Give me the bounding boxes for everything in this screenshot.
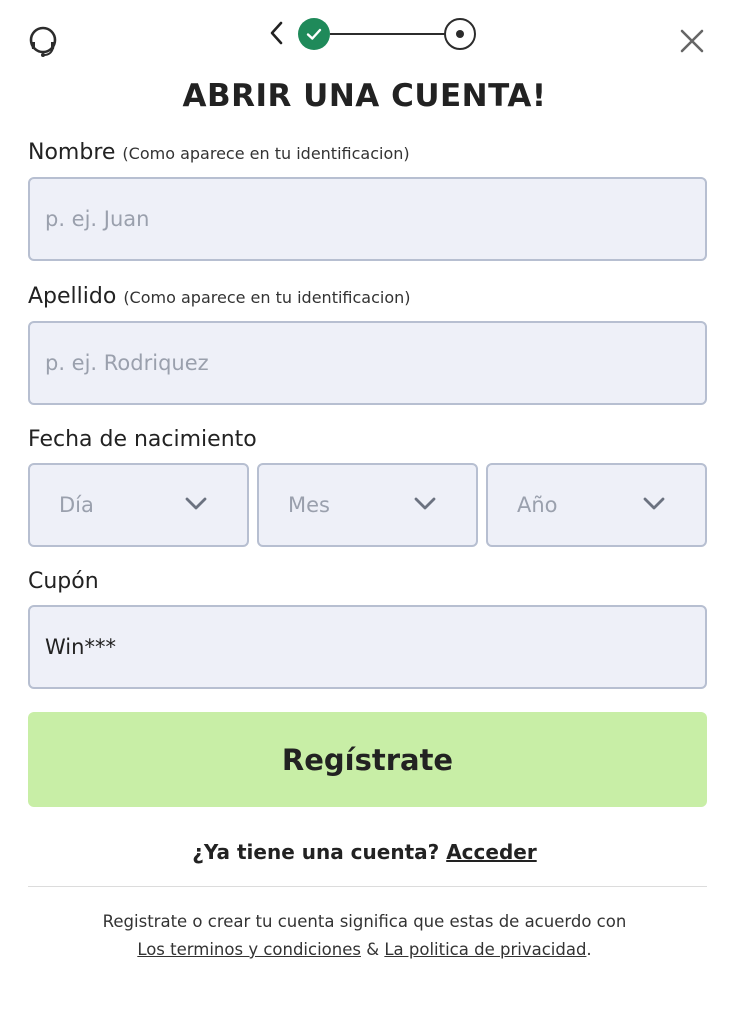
last-name-field[interactable]: p. ej. Rodriquez	[28, 321, 707, 405]
coupon-value: Win***	[45, 635, 116, 659]
birth-year-value: Año	[517, 493, 558, 517]
stepper-line	[330, 33, 445, 35]
birth-month-value: Mes	[288, 493, 330, 517]
first-name-label: Nombre (Como aparece en tu identificacio…	[28, 140, 410, 165]
legal-links: Los terminos y condiciones & La politica…	[0, 940, 729, 959]
last-name-placeholder: p. ej. Rodriquez	[45, 351, 209, 375]
check-icon	[306, 28, 322, 40]
legal-period: .	[586, 940, 592, 959]
login-prompt-text: ¿Ya tiene una cuenta?	[192, 840, 440, 864]
coupon-field[interactable]: Win***	[28, 605, 707, 689]
divider	[28, 886, 707, 887]
birth-day-select[interactable]: Día	[28, 463, 249, 547]
step-completed-indicator	[298, 18, 330, 50]
headset-support-icon[interactable]	[25, 23, 61, 59]
close-icon[interactable]	[678, 27, 706, 55]
birth-month-select[interactable]: Mes	[257, 463, 478, 547]
birth-day-value: Día	[59, 493, 94, 517]
chevron-down-icon	[414, 497, 436, 510]
coupon-label: Cupón	[28, 569, 99, 594]
last-name-label: Apellido (Como aparece en tu identificac…	[28, 284, 411, 309]
step-current-indicator	[444, 18, 476, 50]
birthdate-label: Fecha de nacimiento	[28, 427, 257, 452]
chevron-down-icon	[643, 497, 665, 510]
chevron-down-icon	[185, 497, 207, 510]
login-link[interactable]: Acceder	[446, 840, 537, 864]
last-name-label-text: Apellido	[28, 284, 117, 309]
register-button[interactable]: Regístrate	[28, 712, 707, 807]
birth-year-select[interactable]: Año	[486, 463, 707, 547]
last-name-hint: (Como aparece en tu identificacion)	[123, 288, 411, 307]
chevron-left-icon[interactable]	[266, 20, 288, 46]
login-prompt: ¿Ya tiene una cuenta? Acceder	[0, 840, 729, 864]
first-name-placeholder: p. ej. Juan	[45, 207, 150, 231]
terms-link[interactable]: Los terminos y condiciones	[137, 940, 361, 959]
legal-ampersand: &	[366, 940, 380, 959]
privacy-link[interactable]: La politica de privacidad	[384, 940, 586, 959]
legal-text: Registrate o crear tu cuenta significa q…	[102, 912, 627, 931]
first-name-field[interactable]: p. ej. Juan	[28, 177, 707, 261]
first-name-label-text: Nombre	[28, 140, 116, 165]
first-name-hint: (Como aparece en tu identificacion)	[122, 144, 410, 163]
page-title: ABRIR UNA CUENTA!	[182, 78, 547, 114]
